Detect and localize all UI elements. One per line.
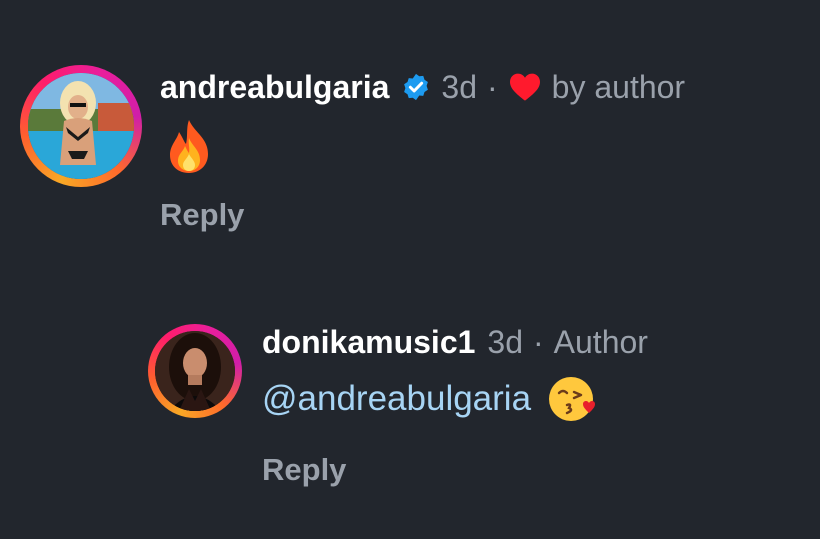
author-badge: Author <box>553 323 648 360</box>
timestamp: 3d <box>441 68 477 105</box>
heart-icon <box>508 72 542 102</box>
comment-thread: andreabulgaria 3d · by author Reply doni… <box>0 0 820 539</box>
avatar-photo <box>155 331 235 411</box>
username[interactable]: donikamusic1 <box>262 324 475 361</box>
kissing-face-emoji-icon <box>547 373 599 425</box>
liked-by-author-label: by author <box>551 68 686 105</box>
reply-button[interactable]: Reply <box>262 452 346 488</box>
reply-header: donikamusic1 3d · Author <box>262 322 648 362</box>
reply-button[interactable]: Reply <box>160 197 244 233</box>
separator-dot: · <box>533 323 544 360</box>
avatar-donikamusic1[interactable] <box>148 324 242 418</box>
username[interactable]: andreabulgaria <box>160 69 389 106</box>
mention-link[interactable]: @andreabulgaria <box>262 379 531 419</box>
fire-emoji-icon <box>164 118 214 174</box>
reply-text: @andreabulgaria <box>262 373 599 425</box>
timestamp: 3d <box>487 323 523 360</box>
comment-header: andreabulgaria 3d · by author <box>160 67 685 107</box>
avatar-photo <box>28 73 134 179</box>
avatar-andreabulgaria[interactable] <box>20 65 142 187</box>
separator-dot: · <box>487 68 498 105</box>
verified-badge-icon <box>401 72 431 102</box>
